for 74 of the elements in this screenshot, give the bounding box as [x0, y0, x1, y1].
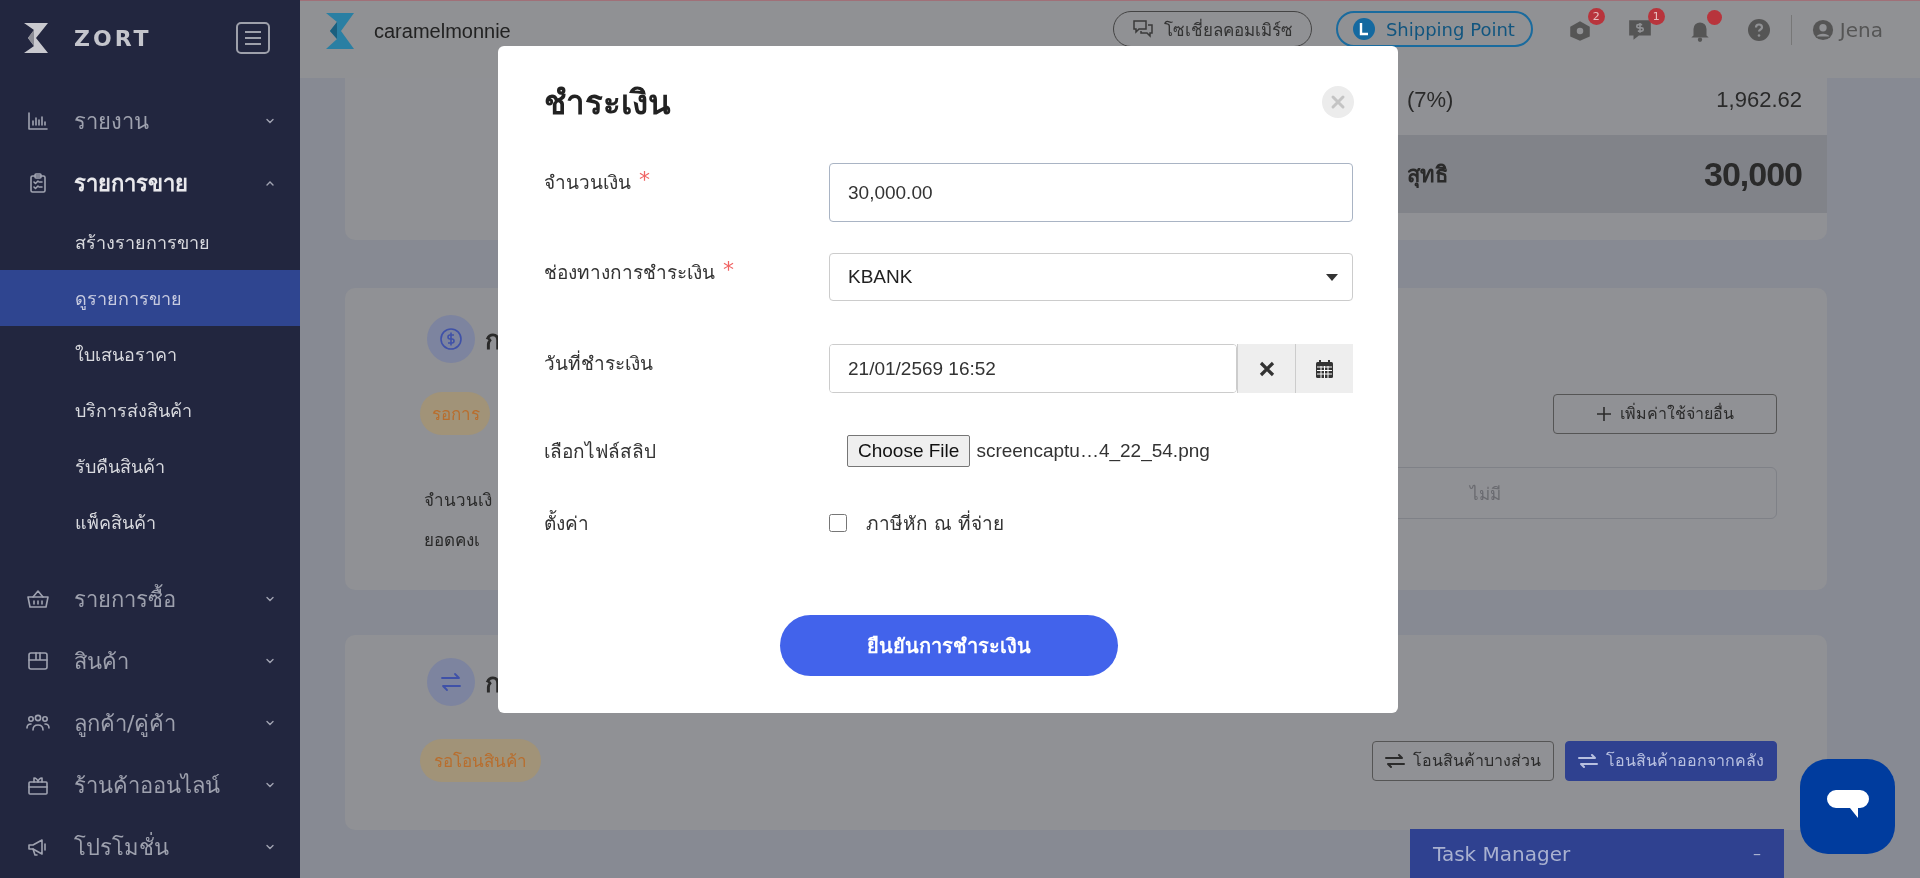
sidebar-item-label: รายการขาย [74, 169, 189, 198]
add-expense-button[interactable]: เพิ่มค่าใช้จ่ายอื่น [1553, 393, 1777, 434]
sidebar-item[interactable]: ลูกค้า/คู่ค้า [0, 692, 300, 754]
shop-name: caramelmonnie [374, 20, 511, 43]
status-badge: รอการ [420, 392, 490, 435]
calendar-button[interactable] [1295, 344, 1353, 393]
close-icon [1258, 360, 1275, 377]
box-icon [26, 649, 50, 673]
sidebar-item-label: ร้านค้าออนไลน์ [74, 771, 221, 800]
sidebar-subitem[interactable]: แพ็คสินค้า [0, 494, 300, 550]
location-icon [1351, 17, 1376, 41]
confirm-payment-button[interactable]: ยืนยันการชำระเงิน [780, 615, 1118, 676]
sidebar-subitem[interactable]: รับคืนสินค้า [0, 438, 300, 494]
menu-icon[interactable] [236, 22, 270, 54]
sidebar-item[interactable]: รายการขาย [0, 152, 300, 214]
sidebar-item[interactable]: โปรโมชั่น [0, 816, 300, 878]
summary-line: ยอดคงเ [424, 529, 481, 552]
basket-icon [26, 587, 50, 611]
checkbox-label: ภาษีหัก ณ ที่จ่าย [866, 509, 1005, 536]
caret-icon [1326, 273, 1338, 281]
sidebar-item-label: รายงาน [74, 107, 150, 136]
net-total-value: 30,000 [1704, 154, 1802, 194]
chat-button[interactable] [1800, 759, 1895, 854]
calendar-icon [1316, 359, 1333, 378]
status-badge: รอโอนสินค้า [420, 739, 541, 782]
choose-file-button[interactable]: Choose File [847, 435, 971, 467]
sidebar-subitem[interactable]: สร้างรายการขาย [0, 214, 300, 270]
close-icon[interactable] [1322, 86, 1354, 118]
brand-name: ZORT [74, 25, 153, 51]
minimize-button[interactable]: – [1753, 844, 1761, 863]
sidebar-item[interactable]: ร้านค้าออนไลน์ [0, 754, 300, 816]
sidebar-subitem[interactable]: ดูรายการขาย [0, 270, 300, 326]
count-badge: 1 [1647, 8, 1665, 25]
field-label: จำนวนเงิน [544, 170, 631, 195]
field-label: เลือกไฟล์สลิป [544, 439, 656, 464]
required-mark: * [639, 167, 650, 192]
dollar-icon [427, 315, 475, 363]
clear-button[interactable] [1237, 344, 1295, 393]
sidebar-item-label: ลูกค้า/คู่ค้า [74, 709, 178, 739]
field-label: ช่องทางการชำระเงิน [544, 260, 715, 285]
swap-icon [427, 658, 475, 706]
swap-icon [1385, 752, 1405, 769]
vat-label: (7%) [1407, 87, 1454, 113]
vat-value: 1,962.62 [1716, 87, 1802, 113]
sidebar-item-label: โปรโมชั่น [74, 831, 170, 862]
task-manager-title: Task Manager [1433, 841, 1571, 866]
file-name: screencaptu…4_22_54.png [976, 440, 1210, 462]
sidebar-item[interactable]: รายงาน [0, 90, 300, 152]
sidebar-item[interactable]: สินค้า [0, 630, 300, 692]
net-total-label: สุทธิ [1407, 160, 1448, 190]
chat-icon [1131, 19, 1154, 39]
withholding-tax-checkbox[interactable] [829, 514, 847, 532]
count-badge: 2 [1587, 8, 1605, 25]
amount-field[interactable]: 30,000.00 [829, 163, 1353, 222]
payment-channel-dropdown[interactable]: KBANK [829, 253, 1353, 301]
required-mark: * [723, 257, 734, 282]
task-manager-bar[interactable]: Task Manager – [1410, 829, 1784, 878]
sidebar-item-label: สินค้า [74, 647, 130, 676]
chart-icon [26, 109, 50, 133]
dialog-title: ชำระเงิน [544, 81, 671, 124]
sidebar-item-label: รายการซื้อ [74, 583, 177, 614]
plus-icon [1596, 405, 1612, 422]
transfer-button[interactable]: โอนสินค้าบางส่วน [1372, 740, 1554, 781]
sidebar-subitem[interactable]: ใบเสนอราคา [0, 326, 300, 382]
user-icon[interactable] [1811, 19, 1834, 41]
swap-icon [1578, 752, 1598, 769]
date-field[interactable]: 21/01/2569 16:52 [830, 345, 1236, 392]
summary-line: จำนวนเงิ [424, 489, 492, 512]
field-label: วันที่ชำระเงิน [544, 349, 653, 376]
field-label: ตั้งค่า [544, 509, 589, 536]
transfer-button[interactable]: โอนสินค้าออกจากคลัง [1565, 740, 1777, 781]
help-icon[interactable] [1746, 18, 1771, 42]
sidebar-item[interactable]: รายการซื้อ [0, 568, 300, 630]
sidebar-subitem[interactable]: บริการส่งสินค้า [0, 382, 300, 438]
